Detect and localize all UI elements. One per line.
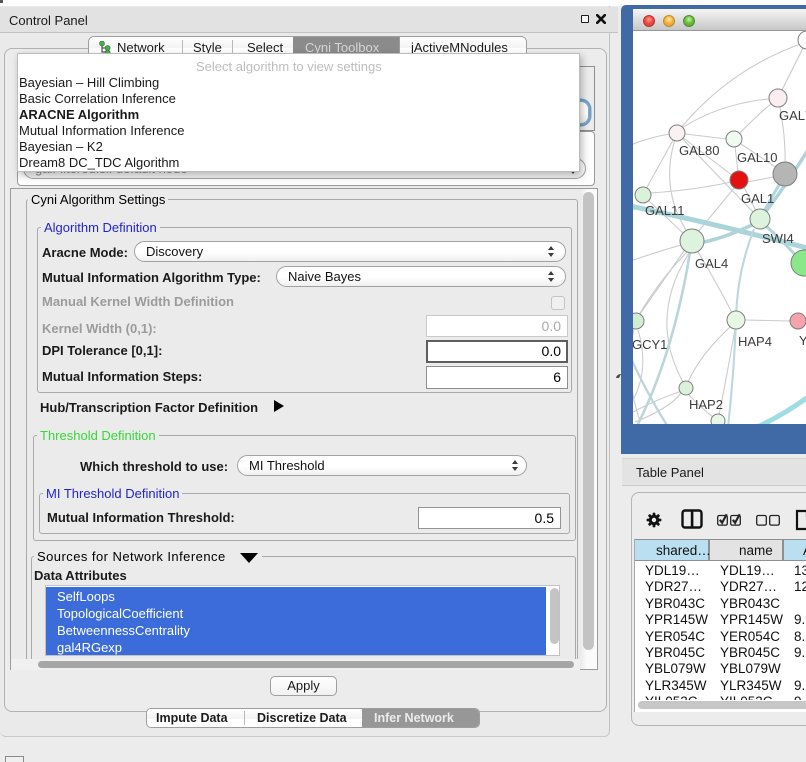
svg-text:GCY1: GCY1 — [633, 337, 667, 352]
svg-text:YD: YD — [799, 333, 806, 348]
svg-text:GAL11: GAL11 — [645, 203, 685, 218]
svg-text:HAP4: HAP4 — [738, 334, 772, 349]
svg-text:GAL7: GAL7 — [779, 108, 806, 123]
svg-text:GAL4: GAL4 — [695, 256, 728, 271]
svg-text:SWI4: SWI4 — [762, 231, 794, 246]
svg-text:GAL10: GAL10 — [737, 150, 777, 165]
svg-text:HAP2: HAP2 — [689, 397, 723, 412]
svg-text:GAL80: GAL80 — [679, 143, 719, 158]
svg-text:GAL1: GAL1 — [741, 191, 774, 206]
